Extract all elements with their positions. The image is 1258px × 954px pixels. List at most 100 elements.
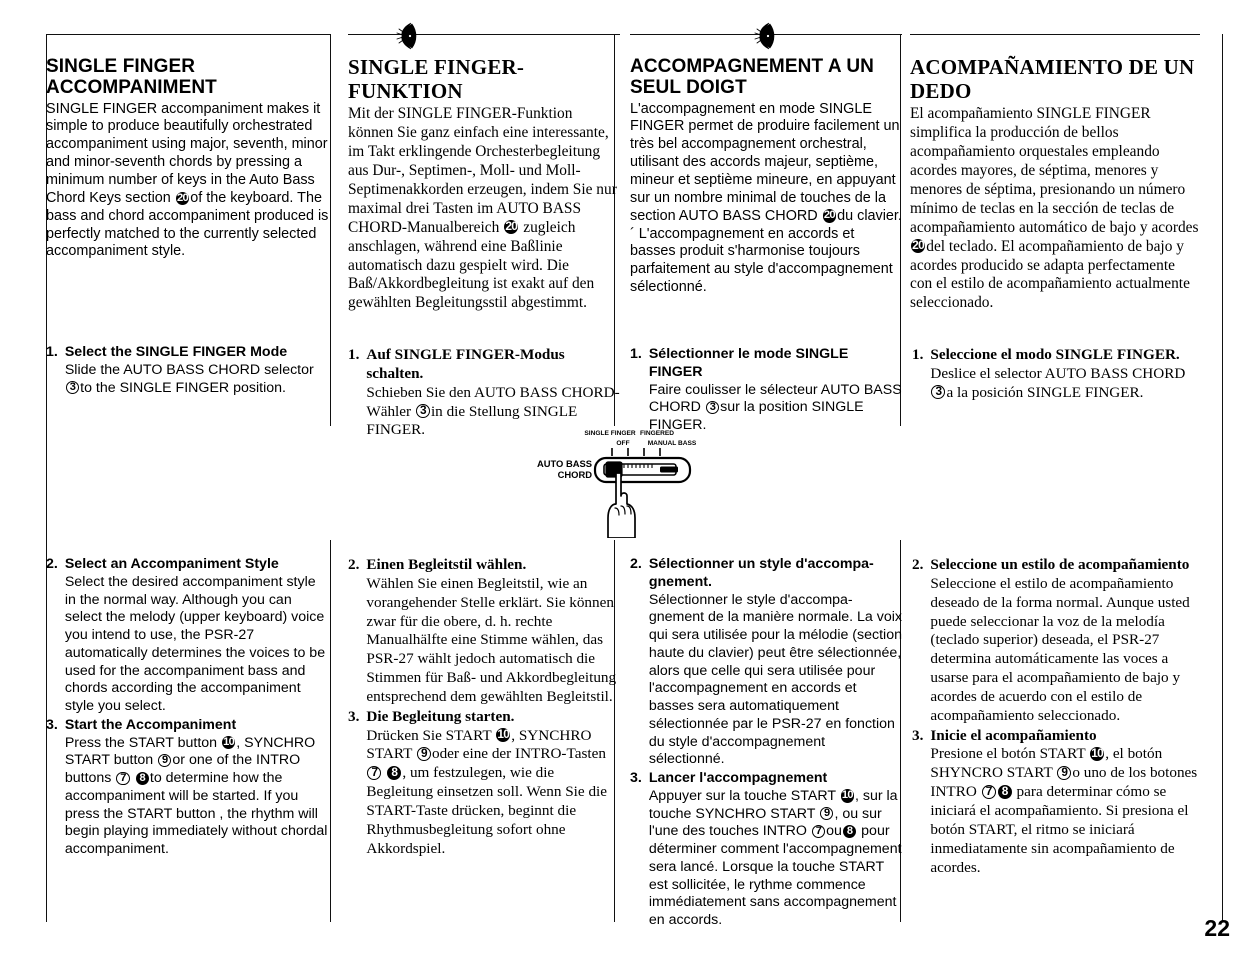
step-number: 2. bbox=[630, 556, 642, 572]
step-heading: Seleccione un estilo de acompañamiento bbox=[930, 556, 1190, 573]
page-title-english: SINGLE FINGER ACCOMPANIMENT bbox=[46, 56, 217, 99]
top-rule-column-2 bbox=[348, 34, 620, 35]
step-item: 3. Lancer l'accompagnement Appuyer sur l… bbox=[630, 770, 902, 930]
step-text-a: Appuyer sur la touche START bbox=[648, 787, 840, 804]
step-item: 2. Sélectionner un style d'accompa-gneme… bbox=[630, 556, 902, 769]
step-text: Drücken Sie START 10, SYNCHRO START 9 ode… bbox=[366, 727, 620, 859]
reference-marker-7: 7 bbox=[116, 771, 130, 785]
page-title-french: ACCOMPAGNEMENT A UN SEUL DOIGT bbox=[630, 56, 874, 99]
reference-marker-8: 8 bbox=[997, 784, 1012, 799]
svg-text:FINGERED: FINGERED bbox=[640, 430, 674, 437]
steps-english-lower: 2. Select an Accompaniment Style Select … bbox=[46, 556, 330, 859]
auto-bass-chord-selector-illustration: SINGLE FINGER OFF FINGERED MANUAL BASS A… bbox=[520, 418, 750, 539]
intro-text-a: El acompañamiento SINGLE FINGER simplifi… bbox=[910, 105, 1199, 236]
reference-marker-9: 9 bbox=[820, 807, 834, 821]
step-text-b: to the SINGLE FINGER position. bbox=[80, 379, 286, 396]
step-text: Slide the AUTO BASS CHORD selector 3 to t… bbox=[65, 362, 330, 398]
scissors-cut-icon-2 bbox=[750, 20, 780, 52]
step-text: Presione el botón START 10, el botón SHY… bbox=[930, 745, 1202, 877]
step-number: 3. bbox=[912, 726, 924, 744]
top-rule-column-4 bbox=[910, 34, 1200, 35]
intro-paragraph-english: SINGLE FINGER accompaniment makes it sim… bbox=[46, 101, 330, 262]
reference-marker-3: 3 bbox=[415, 404, 430, 419]
step-text-mid: ou bbox=[826, 823, 842, 840]
step-item: 3. Inicie el acompañamiento Presione el … bbox=[912, 727, 1202, 878]
step-number: 3. bbox=[348, 707, 360, 725]
svg-text:AUTO BASS: AUTO BASS bbox=[537, 458, 592, 469]
steps-spanish-lower: 2. Seleccione un estilo de acompañamient… bbox=[912, 556, 1202, 877]
reference-marker-7: 7 bbox=[981, 784, 996, 799]
step-text: Appuyer sur la touche START 10, sur la t… bbox=[649, 788, 902, 930]
reference-marker-3: 3 bbox=[931, 385, 946, 400]
reference-marker-20: 20 bbox=[822, 209, 837, 223]
step-heading: Die Begleitung starten. bbox=[366, 707, 515, 725]
step-number: 2. bbox=[46, 556, 58, 572]
divider-right-edge bbox=[1222, 34, 1223, 922]
step-body: Die Begleitung starten. Drücken Sie STAR… bbox=[366, 708, 620, 859]
step-text: Seleccione el estilo de acompañamiento d… bbox=[930, 574, 1190, 724]
column-german: SINGLE FINGER-FUNKTION Mit der SINGLE FI… bbox=[348, 55, 620, 313]
step-heading: Einen Begleitstil wählen. bbox=[366, 556, 527, 573]
scissors-cut-icon bbox=[392, 20, 422, 52]
step-number: 1. bbox=[630, 346, 642, 362]
reference-marker-9: 9 bbox=[158, 753, 172, 768]
step-text: Deslice el selector AUTO BASS CHORD 3a l… bbox=[930, 365, 1202, 403]
intro-text-b: del teclado. El acompañamiento de bajo y… bbox=[910, 237, 1190, 312]
svg-text:OFF: OFF bbox=[616, 440, 629, 447]
step-text-a: Deslice el selector AUTO BASS CHORD bbox=[930, 364, 1186, 382]
step-item: 3. Die Begleitung starten. Drücken Sie S… bbox=[348, 708, 620, 859]
step-item: 2. Select an Accompaniment Style Select … bbox=[46, 556, 330, 716]
divider-1-2-lower bbox=[330, 540, 331, 922]
step-heading: Select an Accompaniment Style bbox=[64, 556, 279, 572]
step-item: 1. Seleccione el modo SINGLE FINGER. Des… bbox=[912, 346, 1202, 403]
step-number: 2. bbox=[912, 556, 924, 573]
step-heading: Start the Accompaniment bbox=[64, 716, 237, 733]
reference-marker-20: 20 bbox=[175, 191, 190, 205]
step-item: 3. Start the Accompaniment Press the STA… bbox=[46, 717, 330, 859]
page-title-spanish: ACOMPAÑAMIENTO DE UN DEDO bbox=[910, 55, 1195, 103]
reference-marker-3: 3 bbox=[65, 381, 80, 395]
step-heading: Select the SINGLE FINGER Mode bbox=[64, 344, 288, 360]
step-body: Inicie el acompañamiento Presione el bot… bbox=[930, 727, 1202, 878]
reference-marker-7: 7 bbox=[811, 824, 826, 839]
step-text: Select the desired accompaniment style i… bbox=[64, 573, 326, 714]
steps-english-upper: 1. Select the SINGLE FINGER Mode Slide t… bbox=[46, 344, 330, 397]
steps-french-lower: 2. Sélectionner un style d'accompa-gneme… bbox=[630, 556, 902, 930]
step-body: Einen Begleitstil wählen. Wählen Sie ein… bbox=[366, 556, 620, 707]
step-heading: Sélectionner un style d'accompa-gnement. bbox=[648, 556, 874, 590]
step-body: Start the Accompaniment Press the START … bbox=[65, 717, 330, 859]
step-text-a: Drücken Sie START bbox=[366, 726, 496, 744]
step-text-d: , um festzulegen, wie die Begleitung ein… bbox=[366, 764, 607, 857]
step-body: Select the SINGLE FINGER Mode Slide the … bbox=[65, 344, 330, 397]
svg-text:SINGLE FINGER: SINGLE FINGER bbox=[584, 430, 636, 437]
step-number: 1. bbox=[348, 346, 360, 363]
step-item: 2. Einen Begleitstil wählen. Wählen Sie … bbox=[348, 556, 620, 707]
step-number: 1. bbox=[912, 346, 924, 363]
reference-marker-20: 20 bbox=[504, 219, 519, 235]
column-french: ACCOMPAGNEMENT A UN SEUL DOIGT L'accompa… bbox=[630, 56, 902, 297]
intro-paragraph-german: Mit der SINGLE FINGER-Funktion können Si… bbox=[348, 105, 620, 313]
svg-text:CHORD: CHORD bbox=[558, 469, 593, 480]
reference-marker-8: 8 bbox=[135, 771, 149, 785]
reference-marker-10: 10 bbox=[221, 736, 236, 750]
step-number: 2. bbox=[348, 556, 360, 573]
step-body: Seleccione el modo SINGLE FINGER. Deslic… bbox=[930, 346, 1202, 403]
step-text: Sélectionner le style d'accompa-gnement … bbox=[648, 591, 902, 768]
svg-text:MANUAL BASS: MANUAL BASS bbox=[648, 440, 697, 447]
step-text-c: oder eine der INTRO-Tasten bbox=[431, 745, 606, 763]
reference-marker-10: 10 bbox=[496, 727, 511, 743]
page-number: 22 bbox=[1204, 915, 1230, 941]
reference-marker-10: 10 bbox=[1090, 746, 1105, 762]
reference-marker-8: 8 bbox=[842, 824, 857, 839]
reference-marker-20: 20 bbox=[911, 238, 926, 254]
step-heading: Seleccione el modo SINGLE FINGER. bbox=[930, 346, 1180, 363]
step-text-a: Presione el botón START bbox=[930, 745, 1090, 763]
intro-paragraph-french: L'accompagnement en mode SINGLE FINGER p… bbox=[630, 101, 902, 297]
page-title-german: SINGLE FINGER-FUNKTION bbox=[348, 55, 525, 103]
column-english: SINGLE FINGER ACCOMPANIMENT SINGLE FINGE… bbox=[46, 56, 330, 261]
intro-paragraph-spanish: El acompañamiento SINGLE FINGER simplifi… bbox=[910, 105, 1200, 313]
top-rule-column-1 bbox=[46, 34, 330, 35]
step-heading: Auf SINGLE FINGER-Modus schalten. bbox=[366, 346, 565, 382]
step-number: 3. bbox=[630, 770, 642, 786]
column-spanish: ACOMPAÑAMIENTO DE UN DEDO El acompañamie… bbox=[910, 55, 1200, 313]
